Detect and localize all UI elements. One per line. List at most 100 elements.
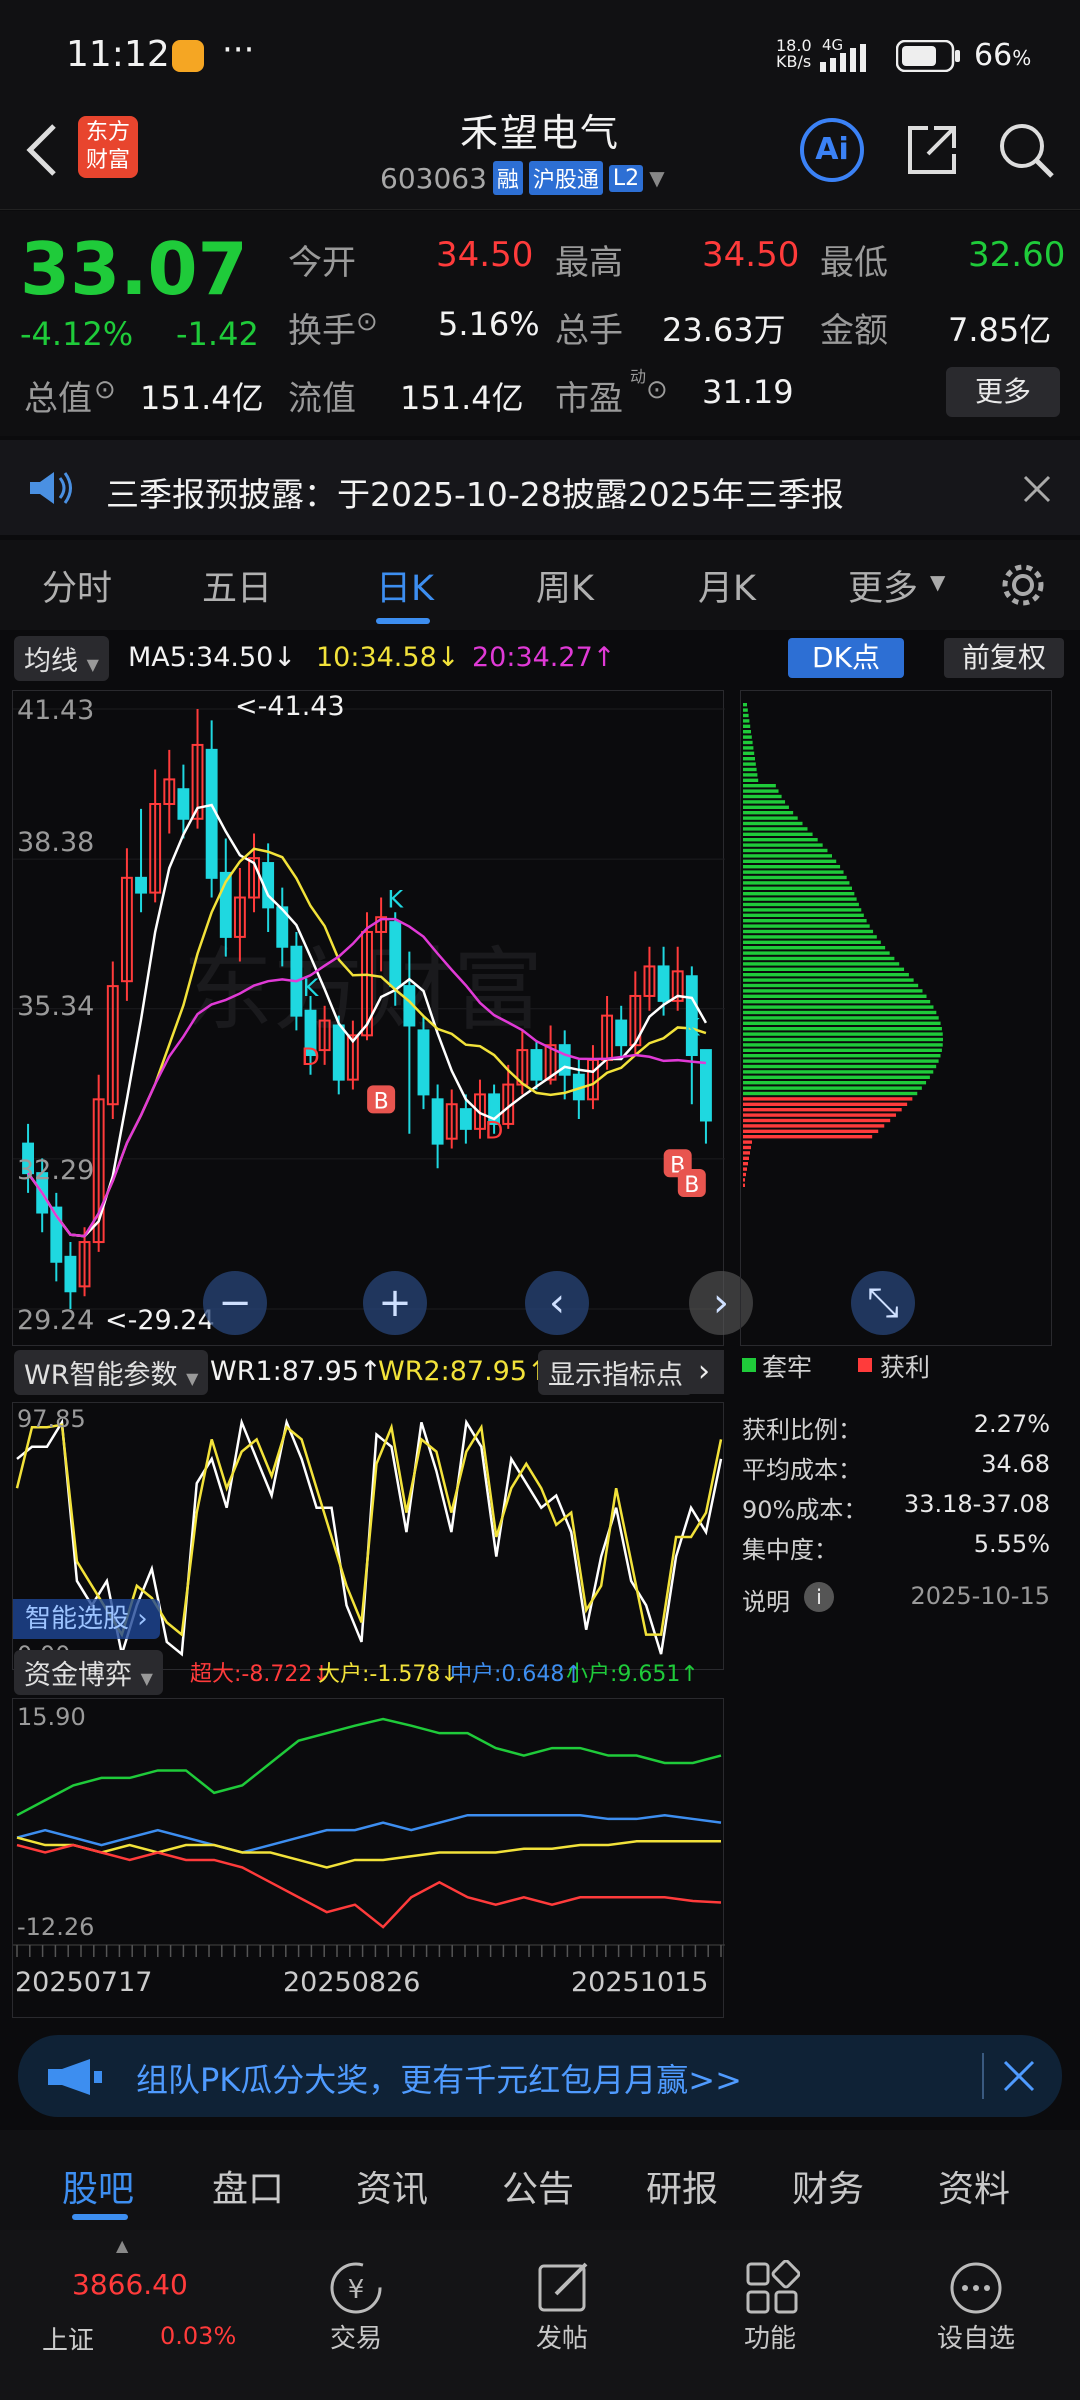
chip-bar: [743, 1081, 927, 1085]
pe-label: 市盈: [555, 379, 623, 419]
chip-bar: [743, 1097, 913, 1101]
chip-bar: [743, 1145, 751, 1150]
chip-bar: [743, 848, 828, 853]
fund-large: 大户:-1.578↓: [318, 1662, 459, 1687]
kline-panel[interactable]: 东方财富 B B B D D K K K 41.43 38.38 35.34 32.29 29.…: [12, 690, 753, 1346]
candle-body: [530, 1049, 543, 1081]
banner-text: 组队PK瓜分大奖，更有千元红包月月赢>>: [136, 2061, 742, 2099]
chip-bar: [743, 740, 753, 745]
candle-body: [135, 876, 147, 894]
fund-panel[interactable]: 15.90 -12.26 20250717 20250826 20251015: [12, 1698, 725, 2018]
tab-research[interactable]: 研报: [646, 2160, 718, 2212]
tab-more[interactable]: 更多: [848, 560, 918, 611]
banner-close-icon[interactable]: [1002, 2059, 1036, 2093]
tab-news[interactable]: 资讯: [356, 2160, 428, 2212]
chip-bar: [743, 1037, 944, 1042]
promo-banner[interactable]: 组队PK瓜分大奖，更有千元红包月月赢>>: [18, 2035, 1062, 2117]
tab-profile[interactable]: 资料: [938, 2160, 1010, 2212]
legend-trapped: 套牢: [762, 1353, 813, 1382]
chip-bar: [743, 1156, 749, 1160]
chip-bar: [743, 843, 823, 847]
svg-text:¥: ¥: [348, 2275, 365, 2305]
pe-info-icon[interactable]: ⊙: [646, 375, 668, 405]
smart-pick-button[interactable]: 智能选股 ›: [13, 1599, 160, 1639]
zoom-out-button[interactable]: −: [203, 1271, 267, 1335]
tab-monthly-k[interactable]: 月K: [698, 560, 756, 611]
dk-button[interactable]: DK点: [788, 638, 904, 678]
nav-post[interactable]: 发帖: [492, 2230, 632, 2400]
chip-bar: [743, 1118, 891, 1123]
chip-bar: [743, 735, 752, 739]
avg-cost-label: 平均成本：: [742, 1456, 862, 1484]
pe-value: 31.19: [702, 373, 794, 411]
chip-bar: [743, 784, 776, 788]
k-marker: K: [684, 1013, 701, 1041]
ma-selector[interactable]: 均线 ▼: [14, 636, 109, 681]
scroll-left-button[interactable]: ‹: [525, 1271, 589, 1335]
tab-indicator: [376, 618, 430, 624]
candle-body: [699, 1049, 712, 1122]
close-icon[interactable]: [1022, 474, 1052, 504]
show-points-button[interactable]: 显示指标点: [538, 1350, 693, 1395]
zoom-in-button[interactable]: +: [363, 1271, 427, 1335]
concentration-value: 5.55%: [973, 1530, 1050, 1558]
chevron-right-icon[interactable]: ›: [684, 1350, 724, 1394]
chip-bar: [743, 757, 755, 761]
settings-gear-icon[interactable]: [998, 560, 1048, 610]
nav-add-watchlist-label: 设自选: [936, 2324, 1015, 2354]
search-icon[interactable]: [996, 120, 1056, 180]
mktcap-info-icon[interactable]: ⊙: [94, 375, 116, 405]
chip-bar: [743, 913, 864, 917]
chip-bar: [743, 719, 750, 723]
low-label: 最低: [820, 243, 888, 283]
wr-y-top: 97.85: [17, 1405, 86, 1433]
ma20-value: 20:34.27↑: [472, 642, 616, 673]
more-button[interactable]: 更多: [946, 367, 1060, 417]
tab-forum[interactable]: 股吧: [62, 2160, 134, 2212]
share-icon[interactable]: [904, 122, 960, 178]
k-marker: K: [387, 885, 404, 913]
info-icon[interactable]: i: [804, 1582, 834, 1612]
tab-announcements[interactable]: 公告: [502, 2160, 574, 2212]
candle-body: [431, 1098, 444, 1145]
index-value: 3866.40: [72, 2268, 188, 2301]
chip-bar: [743, 1010, 937, 1015]
chip-distribution-panel[interactable]: ⤡: [740, 690, 1052, 1346]
explain-label[interactable]: 说明: [742, 1582, 790, 1617]
chip-bar: [743, 1016, 939, 1020]
candle-body: [657, 965, 670, 1002]
stock-code-row[interactable]: 603063 融 沪股通 L2 ▼: [380, 160, 665, 196]
wr-selector[interactable]: WR智能参数 ▼: [14, 1350, 209, 1395]
cost90-value: 33.18-37.08: [903, 1490, 1050, 1518]
last-price: 33.07: [20, 227, 248, 311]
fund-super-large: 超大:-8.722↓: [190, 1662, 331, 1687]
nav-add-watchlist[interactable]: 设自选: [906, 2230, 1046, 2400]
chip-bar: [743, 1178, 745, 1182]
chip-bar: [743, 762, 756, 766]
tab-intraday[interactable]: 分时: [42, 560, 112, 611]
concentration-label: 集中度：: [742, 1536, 838, 1564]
clock: 11:12: [66, 34, 170, 75]
period-tabs: 分时 五日 日K 周K 月K 更多 ▼: [0, 540, 1080, 630]
tab-financials[interactable]: 财务: [792, 2160, 864, 2212]
chip-bar: [743, 951, 890, 955]
adjust-button[interactable]: 前复权: [944, 638, 1064, 678]
nav-functions[interactable]: 功能: [700, 2230, 840, 2400]
tab-weekly-k[interactable]: 周K: [536, 560, 594, 611]
tab-daily-k[interactable]: 日K: [376, 560, 434, 611]
nav-post-label: 发帖: [535, 2324, 588, 2354]
nav-trade[interactable]: ¥ 交易: [286, 2230, 426, 2400]
tab-order-book[interactable]: 盘口: [212, 2160, 284, 2212]
notice-bar[interactable]: 三季报预披露：于2025-10-28披露2025年三季报: [0, 440, 1080, 535]
turnover-info-icon[interactable]: ⊙: [356, 307, 378, 337]
chip-bar: [743, 989, 923, 993]
tab-five-day[interactable]: 五日: [202, 560, 272, 611]
index-widget[interactable]: ▲ 3866.40 上证 0.03%: [0, 2230, 236, 2400]
fund-super-line: [16, 1843, 722, 1929]
expand-icon[interactable]: ⤡: [851, 1271, 915, 1335]
ai-button[interactable]: Ai: [800, 118, 864, 182]
wr-panel[interactable]: 97.85 0.00 智能选股 ›: [12, 1402, 724, 1670]
nav-trade-label: 交易: [329, 2324, 382, 2354]
fund-selector[interactable]: 资金博弈 ▼: [14, 1650, 163, 1695]
open-label: 今开: [288, 243, 356, 283]
